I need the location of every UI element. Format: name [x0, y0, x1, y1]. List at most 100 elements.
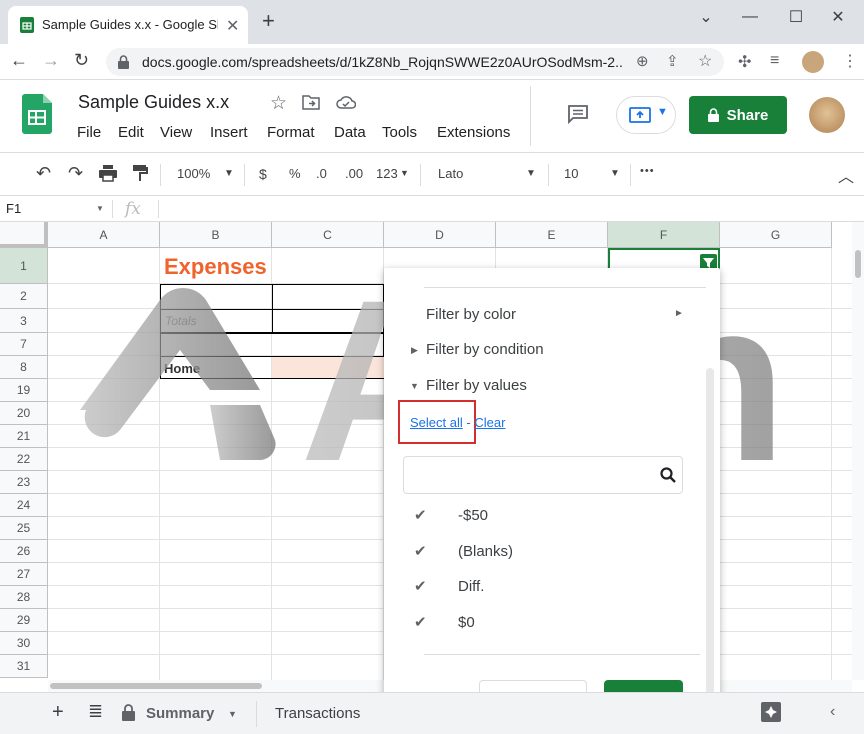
vertical-scrollbar[interactable] [852, 222, 864, 680]
percent-format-button[interactable]: % [289, 166, 301, 181]
column-header-f[interactable]: F [608, 222, 720, 248]
row-header[interactable]: 7 [0, 333, 48, 356]
column-header-c[interactable]: C [272, 222, 384, 248]
comments-icon[interactable] [567, 104, 589, 124]
row-header[interactable]: 29 [0, 609, 48, 632]
column-header-e[interactable]: E [496, 222, 608, 248]
row-header[interactable]: 25 [0, 517, 48, 540]
print-icon[interactable] [98, 164, 118, 182]
menu-tools[interactable]: Tools [382, 124, 417, 141]
clear-link[interactable]: Clear [474, 415, 505, 430]
browser-menu-icon[interactable]: ⋮ [842, 51, 858, 71]
paint-format-icon[interactable] [132, 164, 148, 182]
redo-icon[interactable]: ↷ [68, 163, 83, 184]
all-sheets-icon[interactable]: ≣ [88, 701, 103, 722]
document-title[interactable]: Sample Guides x.x [78, 92, 229, 113]
column-header-d[interactable]: D [384, 222, 496, 248]
currency-format-button[interactable]: $ [259, 166, 267, 182]
cell-b3-totals[interactable]: Totals [165, 314, 197, 328]
tab-search-chevron-icon[interactable]: ⌄ [686, 4, 726, 30]
select-all-link[interactable]: Select all [410, 415, 463, 430]
row-header[interactable]: 21 [0, 425, 48, 448]
menu-format[interactable]: Format [267, 124, 315, 141]
more-formats-button[interactable]: 123 [376, 166, 398, 181]
row-header[interactable]: 30 [0, 632, 48, 655]
new-tab-icon[interactable]: + [262, 8, 275, 34]
value-option[interactable]: ✔ (Blanks) [414, 542, 513, 560]
share-page-icon[interactable]: ⇪ [666, 52, 679, 70]
filter-by-values-toggle[interactable]: Filter by values [426, 377, 527, 394]
collapse-side-panel-icon[interactable]: ‹ [830, 703, 835, 721]
collapse-arrow-icon[interactable]: ▼ [410, 381, 419, 391]
row-header[interactable]: 26 [0, 540, 48, 563]
value-option[interactable]: ✔ Diff. [414, 577, 484, 595]
explore-icon[interactable] [760, 701, 782, 723]
column-header-g[interactable]: G [720, 222, 832, 248]
row-header[interactable]: 8 [0, 356, 48, 379]
decrease-decimal-button[interactable]: .0 [316, 166, 327, 181]
back-arrow-icon[interactable]: ← [10, 50, 28, 71]
more-toolbar-button[interactable]: ••• [640, 165, 655, 177]
value-option[interactable]: ✔ $0 [414, 613, 475, 631]
user-avatar[interactable] [809, 97, 845, 133]
formula-input[interactable] [160, 196, 850, 221]
move-folder-icon[interactable] [302, 94, 320, 110]
value-option[interactable]: ✔ -$50 [414, 506, 488, 524]
more-formats-dropdown-icon[interactable]: ▼ [400, 168, 409, 178]
values-search-input[interactable] [403, 456, 683, 494]
filter-by-condition-toggle[interactable]: Filter by condition [426, 341, 544, 358]
zoom-icon[interactable]: ⊕ [636, 52, 649, 70]
column-header-a[interactable]: A [48, 222, 160, 248]
row-header[interactable]: 31 [0, 655, 48, 678]
row-header[interactable]: 2 [0, 284, 48, 309]
zoom-dropdown-icon[interactable]: ▼ [224, 168, 234, 179]
font-size-select[interactable]: 10 [564, 166, 578, 181]
menu-extensions[interactable]: Extensions [437, 124, 510, 141]
scrollbar-thumb[interactable] [855, 250, 861, 278]
undo-icon[interactable]: ↶ [36, 163, 51, 184]
column-header-b[interactable]: B [160, 222, 272, 248]
scrollbar-thumb[interactable] [50, 683, 262, 689]
cell-b8-home[interactable]: Home [164, 361, 200, 376]
menu-data[interactable]: Data [334, 124, 366, 141]
sheet-tab-summary[interactable]: Summary [146, 705, 214, 722]
media-control-icon[interactable]: ≡ [770, 52, 779, 70]
zoom-select[interactable]: 100% [177, 166, 210, 181]
maximize-icon[interactable]: ☐ [776, 4, 816, 30]
present-button[interactable]: ▼ [616, 96, 676, 134]
collapse-toolbar-icon[interactable]: ︿ [838, 163, 854, 187]
bookmark-star-icon[interactable]: ☆ [698, 51, 712, 71]
reload-icon[interactable]: ↻ [74, 50, 89, 71]
profile-avatar[interactable] [802, 51, 824, 73]
close-tab-icon[interactable]: ✕ [226, 16, 239, 36]
menu-edit[interactable]: Edit [118, 124, 144, 141]
font-dropdown-icon[interactable]: ▼ [526, 168, 536, 179]
row-header[interactable]: 22 [0, 448, 48, 471]
name-box[interactable]: F1 [6, 201, 21, 216]
row-header[interactable]: 1 [0, 248, 48, 284]
omnibox[interactable]: docs.google.com/spreadsheets/d/1kZ8Nb_Ro… [106, 48, 724, 76]
minimize-icon[interactable]: — [730, 4, 770, 30]
row-header[interactable]: 28 [0, 586, 48, 609]
browser-tab[interactable]: Sample Guides x.x - Google Sheets ✕ [8, 6, 248, 44]
increase-decimal-button[interactable]: .00 [345, 166, 363, 181]
close-window-icon[interactable]: ✕ [818, 4, 858, 30]
menu-file[interactable]: File [77, 124, 101, 141]
cloud-status-icon[interactable] [336, 94, 356, 110]
add-sheet-icon[interactable]: + [52, 701, 64, 724]
sheet-tab-transactions[interactable]: Transactions [275, 705, 360, 722]
filter-by-color-menu[interactable]: Filter by color [426, 306, 516, 323]
menu-view[interactable]: View [160, 124, 192, 141]
font-size-dropdown-icon[interactable]: ▼ [610, 168, 620, 179]
row-header[interactable]: 20 [0, 402, 48, 425]
star-icon[interactable]: ☆ [270, 92, 287, 115]
row-header[interactable]: 24 [0, 494, 48, 517]
row-header[interactable]: 27 [0, 563, 48, 586]
row-header[interactable]: 23 [0, 471, 48, 494]
row-header[interactable]: 19 [0, 379, 48, 402]
font-select[interactable]: Lato [438, 166, 463, 181]
select-all-corner[interactable] [0, 222, 48, 248]
row-header[interactable]: 3 [0, 309, 48, 333]
name-box-dropdown-icon[interactable]: ▼ [96, 204, 104, 213]
sheets-logo-icon[interactable] [22, 94, 52, 134]
